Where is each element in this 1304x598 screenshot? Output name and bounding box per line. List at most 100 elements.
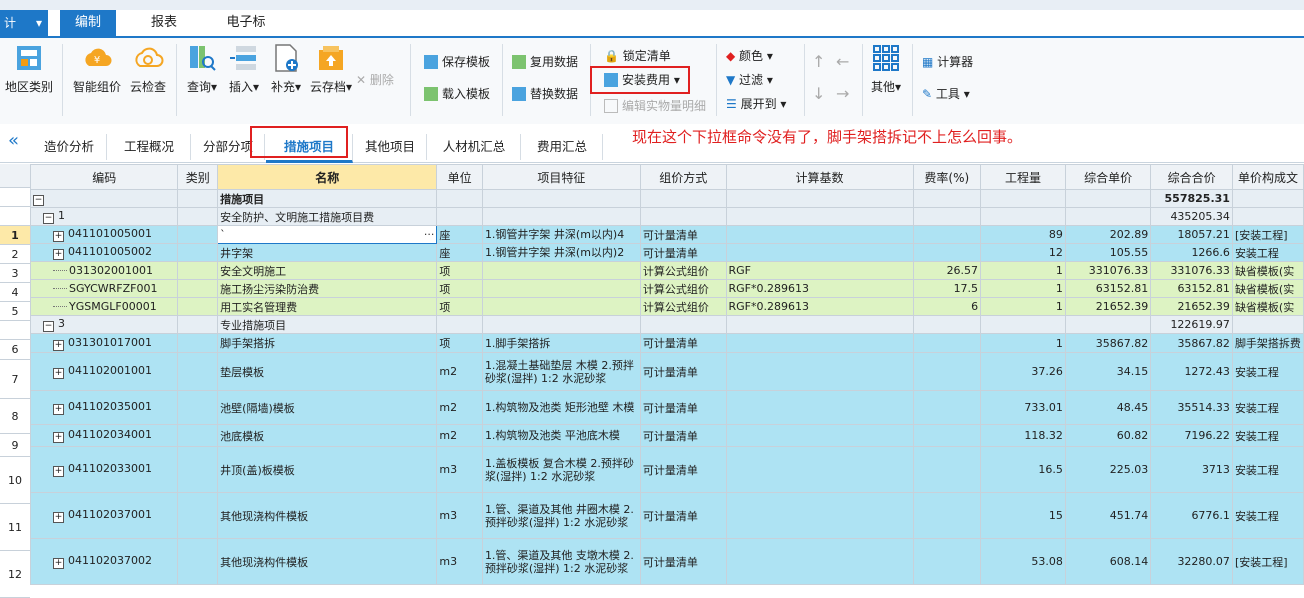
expand-plus-icon[interactable]: + (53, 339, 64, 351)
cell-unit-price[interactable] (1064, 207, 1152, 226)
cell-category[interactable] (177, 189, 219, 208)
cell-total[interactable]: 1266.6 (1150, 243, 1233, 262)
cell-name[interactable]: 其他现浇构件模板 (217, 492, 438, 539)
expand-plus-icon[interactable]: + (53, 466, 64, 477)
cell-rate[interactable] (912, 225, 982, 244)
menu-tab-edit[interactable]: 编制 (60, 10, 116, 36)
col-header-unit-price[interactable]: 综合单价 (1064, 164, 1152, 190)
cell-base[interactable] (725, 315, 914, 334)
smart-pricing-button[interactable]: ¥ 智能组价 (70, 42, 124, 95)
expand-plus-icon[interactable]: + (53, 404, 64, 415)
cell-unit[interactable] (436, 207, 483, 226)
cell-category[interactable] (177, 279, 219, 298)
tab-project-overview[interactable]: 工程概况 (108, 134, 191, 160)
collapse-minus-icon[interactable]: − (43, 213, 54, 224)
cell-total[interactable]: 35867.82 (1150, 333, 1233, 353)
cell-category[interactable] (177, 390, 219, 425)
cell-total[interactable]: 7196.22 (1150, 424, 1233, 447)
collapse-panel-icon[interactable]: « (8, 130, 19, 151)
cell-category[interactable] (177, 446, 219, 493)
cell-base[interactable]: RGF*0.289613 (725, 279, 914, 298)
cell-name[interactable]: 其他现浇构件模板 (217, 538, 438, 585)
cell-code[interactable]: +041102034001 (30, 424, 179, 447)
cell-code[interactable]: +041102037002 (30, 538, 179, 585)
cell-category[interactable] (177, 492, 219, 539)
cell-unit[interactable]: m3 (436, 446, 483, 493)
cell-method[interactable]: 计算公式组价 (639, 261, 727, 280)
cell-name[interactable]: 安全防护、文明施工措施项目费 (217, 207, 438, 226)
table-row[interactable]: SGYCWRFZF001 施工扬尘污染防治费项 计算公式组价 RGF*0.289613… (30, 279, 1304, 298)
table-row[interactable]: +041102035001 池壁(隔墙)模板 m2 1.构筑物及池类 矩形池壁 木模可… (30, 390, 1304, 425)
cell-quantity[interactable]: 15 (980, 492, 1066, 539)
cell-base[interactable] (725, 352, 914, 391)
cell-rate[interactable] (912, 424, 982, 447)
col-header-feature[interactable]: 项目特征 (481, 164, 641, 190)
cell-name[interactable]: 脚手架搭拆 (217, 333, 438, 353)
cell-total[interactable]: 35514.33 (1150, 390, 1233, 425)
cell-base[interactable]: RGF (725, 261, 914, 280)
insert-button[interactable]: 插入▾ (224, 42, 264, 95)
cell-rate[interactable] (912, 315, 982, 334)
cell-unit[interactable]: 项 (436, 333, 483, 353)
cell-unit[interactable]: 项 (436, 279, 483, 298)
cell-rate[interactable]: 26.57 (912, 261, 982, 280)
cell-composition[interactable]: 安装工程 (1231, 446, 1304, 493)
row-number[interactable]: 9 (0, 434, 30, 457)
table-row[interactable]: −1 安全防护、文明施工措施项目费 435205.34 (30, 207, 1304, 226)
cell-total[interactable]: 557825.31 (1150, 189, 1233, 208)
cell-quantity[interactable]: 16.5 (980, 446, 1066, 493)
cell-quantity[interactable] (980, 207, 1066, 226)
cell-code[interactable]: +041102035001 (30, 390, 179, 425)
cell-name[interactable]: 专业措施项目 (217, 315, 438, 334)
cell-name[interactable]: 池底模板 (217, 424, 438, 447)
collapse-minus-icon[interactable]: − (43, 321, 54, 332)
cell-quantity[interactable]: 1 (980, 297, 1066, 316)
cell-code[interactable]: +041101005002 (30, 243, 179, 262)
cell-method[interactable]: 可计量清单 (639, 243, 727, 262)
cell-feature[interactable] (481, 261, 641, 280)
cell-feature[interactable]: 1.混凝土基础垫层 木模 2.预拌砂浆(湿拌) 1:2 水泥砂浆 (481, 352, 641, 391)
cell-base[interactable] (725, 538, 914, 585)
cell-category[interactable] (177, 207, 219, 226)
table-row[interactable]: YGSMGLF00001 用工实名管理费项 计算公式组价 RGF*0.289613 6 1… (30, 297, 1304, 316)
cell-unit-price[interactable]: 331076.33 (1064, 261, 1152, 280)
cell-name[interactable]: 井顶(盖)板模板 (217, 446, 438, 493)
replace-data-button[interactable]: 替换数据 (512, 84, 578, 104)
cell-method[interactable]: 可计量清单 (639, 225, 727, 244)
cell-name[interactable]: ` ··· (217, 225, 438, 244)
cell-feature[interactable] (481, 315, 641, 334)
cell-unit[interactable] (436, 315, 483, 334)
row-number[interactable]: 12 (0, 551, 30, 598)
row-number[interactable]: 6 (0, 340, 30, 360)
cell-code[interactable]: YGSMGLF00001 (30, 297, 179, 316)
cell-quantity[interactable]: 53.08 (980, 538, 1066, 585)
col-header-name[interactable]: 名称 (217, 164, 438, 190)
cell-name[interactable]: 垫层模板 (217, 352, 438, 391)
cell-feature[interactable]: 1.盖板模板 复合木模 2.预拌砂浆(湿拌) 1:2 水泥砂浆 (481, 446, 641, 493)
menu-tab-etender[interactable]: 电子标 (214, 10, 278, 36)
cell-code[interactable]: +041101005001 (30, 225, 179, 244)
col-header-quantity[interactable]: 工程量 (980, 164, 1066, 190)
cell-feature[interactable] (481, 279, 641, 298)
cell-unit[interactable]: m2 (436, 424, 483, 447)
col-header-composition[interactable]: 单价构成文 (1231, 164, 1304, 190)
col-header-method[interactable]: 组价方式 (639, 164, 727, 190)
cell-category[interactable] (177, 424, 219, 447)
cell-rate[interactable]: 6 (912, 297, 982, 316)
cell-unit[interactable]: 项 (436, 297, 483, 316)
col-header-unit[interactable]: 单位 (436, 164, 483, 190)
edit-entity-button[interactable]: 编辑实物量明细 (604, 96, 706, 116)
cell-category[interactable] (177, 352, 219, 391)
cell-rate[interactable] (912, 492, 982, 539)
table-row[interactable]: +041102001001 垫层模板 m2 1.混凝土基础垫层 木模 2.预拌砂浆(湿… (30, 352, 1304, 391)
table-row[interactable]: − 措施项目 557825.31 (30, 189, 1304, 208)
tab-other-items[interactable]: 其他项目 (354, 134, 427, 160)
collapse-minus-icon[interactable]: − (33, 195, 44, 206)
row-number[interactable]: 11 (0, 504, 30, 551)
cloud-check-button[interactable]: 云检查 (126, 42, 170, 95)
row-number[interactable]: 2 (0, 245, 30, 264)
cell-feature[interactable]: 1.构筑物及池类 平池底木模 (481, 424, 641, 447)
cell-feature[interactable]: 1.管、渠道及其他 支墩木模 2.预拌砂浆(湿拌) 1:2 水泥砂浆 (481, 538, 641, 585)
cell-base[interactable] (725, 492, 914, 539)
cell-total[interactable]: 32280.07 (1150, 538, 1233, 585)
